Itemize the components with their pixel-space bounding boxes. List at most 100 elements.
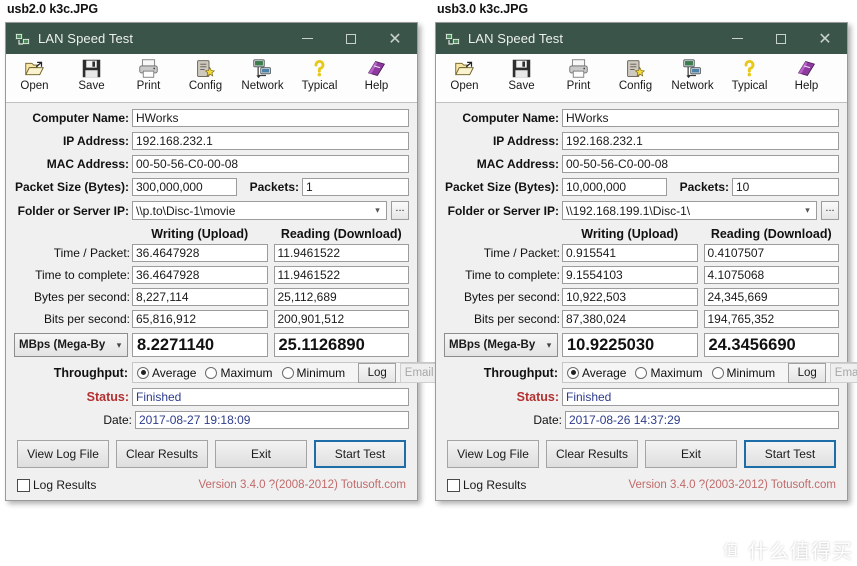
browse-button[interactable]: ...	[821, 201, 839, 220]
toolbar-button-network[interactable]: Network	[234, 57, 291, 93]
computer-name-row: Computer Name: HWorks	[14, 109, 409, 127]
toolbar-label: Typical	[731, 80, 768, 92]
toolbar-button-typical[interactable]: Typical	[291, 57, 348, 93]
toolbar-button-open[interactable]: Open	[436, 57, 493, 93]
date-row: Date: 2017-08-27 19:18:09	[14, 411, 409, 429]
clear-results-button[interactable]: Clear Results	[546, 440, 638, 468]
chevron-down-icon[interactable]: ▾	[541, 340, 557, 351]
packets-input[interactable]: 1	[302, 178, 409, 196]
minimize-button[interactable]	[715, 23, 759, 54]
toolbar-button-print[interactable]: Print	[120, 57, 177, 93]
ip-address-input[interactable]: 192.168.232.1	[132, 132, 409, 150]
question-mark-icon	[308, 57, 332, 79]
action-buttons: View Log File Clear Results Exit Start Test	[14, 440, 409, 468]
throughput-radio-average[interactable]: Average	[567, 366, 626, 380]
computer-name-input[interactable]: HWorks	[562, 109, 839, 127]
status-label: Status:	[86, 390, 129, 404]
result-reading-value: 11.9461522	[273, 266, 409, 284]
date-label: Date:	[533, 413, 562, 427]
packets-input[interactable]: 10	[732, 178, 839, 196]
exit-button[interactable]: Exit	[645, 440, 737, 468]
toolbar-label: Save	[78, 80, 105, 92]
throughput-radio-average[interactable]: Average	[137, 366, 196, 380]
toolbar-button-network[interactable]: Network	[664, 57, 721, 93]
radio-icon	[205, 366, 218, 379]
toolbar-label: Save	[508, 80, 535, 92]
throughput-radio-minimum[interactable]: Minimum	[711, 366, 775, 380]
throughput-label: Throughput:	[53, 365, 128, 380]
email-button: Email	[400, 362, 439, 383]
toolbar-button-save[interactable]: Save	[63, 57, 120, 93]
mac-address-input[interactable]: 00-50-56-C0-00-08	[562, 155, 839, 173]
result-row: Time / Packet: 0.915541 0.4107507	[444, 244, 839, 262]
folder-combobox[interactable]: \\192.168.199.1\Disc-1\ ▾	[562, 201, 817, 220]
packet-size-input[interactable]: 10,000,000	[562, 178, 667, 196]
computer-name-input[interactable]: HWorks	[132, 109, 409, 127]
reading-speed-value: 25.1126890	[273, 333, 409, 357]
throughput-radio-maximum[interactable]: Maximum	[635, 366, 703, 380]
close-button[interactable]: ✕	[373, 23, 417, 54]
packet-size-input[interactable]: 300,000,000	[132, 178, 237, 196]
view-log-file-button[interactable]: View Log File	[17, 440, 109, 468]
ip-address-input[interactable]: 192.168.232.1	[562, 132, 839, 150]
unit-label: MBps (Mega-By	[449, 339, 536, 351]
chevron-down-icon[interactable]: ▾	[111, 340, 127, 351]
packets-label: Packets:	[249, 180, 299, 194]
toolbar-label: Open	[20, 80, 49, 92]
result-row: Bits per second: 87,380,024 194,765,352	[444, 310, 839, 328]
view-log-file-button[interactable]: View Log File	[447, 440, 539, 468]
floppy-disk-icon	[510, 57, 534, 79]
result-reading-value: 200,901,512	[273, 310, 409, 328]
window-body: Computer Name: HWorks IP Address: 192.168.2…	[6, 103, 440, 500]
start-test-button[interactable]: Start Test	[314, 440, 406, 468]
unit-label: MBps (Mega-By	[19, 339, 106, 351]
toolbar-button-config[interactable]: Config	[607, 57, 664, 93]
maximize-button[interactable]	[329, 23, 373, 54]
file-label: usb3.0 k3c.JPG	[437, 2, 529, 16]
window-controls: ✕	[285, 23, 417, 54]
folder-combobox[interactable]: \\p.to\Disc-1\movie ▾	[132, 201, 387, 220]
exit-button[interactable]: Exit	[215, 440, 307, 468]
mac-address-input[interactable]: 00-50-56-C0-00-08	[132, 155, 409, 173]
radio-icon	[137, 366, 149, 379]
throughput-radio-maximum[interactable]: Maximum	[205, 366, 273, 380]
unit-combobox[interactable]: MBps (Mega-By ▾	[14, 333, 128, 357]
browse-button[interactable]: ...	[391, 201, 409, 220]
window-title: LAN Speed Test	[468, 31, 564, 46]
window-controls: ✕	[715, 23, 847, 54]
chevron-down-icon[interactable]: ▾	[369, 205, 386, 216]
log-button[interactable]: Log	[788, 362, 827, 383]
toolbar-button-help[interactable]: Help	[778, 57, 835, 93]
folder-label: Folder or Server IP:	[447, 203, 559, 218]
computer-name-row: Computer Name: HWorks	[444, 109, 839, 127]
folder-value: \\192.168.199.1\Disc-1\	[566, 203, 691, 218]
maximize-button[interactable]	[759, 23, 803, 54]
toolbar-button-help[interactable]: Help	[348, 57, 405, 93]
result-label: Bits per second:	[43, 312, 130, 326]
toolbar-label: Help	[794, 80, 819, 92]
toolbar-button-save[interactable]: Save	[493, 57, 550, 93]
unit-combobox[interactable]: MBps (Mega-By ▾	[444, 333, 558, 357]
close-button[interactable]: ✕	[803, 23, 847, 54]
toolbar-button-config[interactable]: Config	[177, 57, 234, 93]
log-results-checkbox[interactable]	[447, 478, 460, 492]
toolbar-button-open[interactable]: Open	[6, 57, 63, 93]
result-reading-value: 0.4107507	[703, 244, 839, 262]
log-button[interactable]: Log	[358, 362, 397, 383]
screenshot-root: usb2.0 k3c.JPG LAN Speed Test ✕ Open Save Pri…	[0, 0, 857, 566]
clear-results-button[interactable]: Clear Results	[116, 440, 208, 468]
toolbar-button-print[interactable]: Print	[550, 57, 607, 93]
log-results-checkbox[interactable]	[17, 478, 30, 492]
title-bar[interactable]: LAN Speed Test ✕	[436, 23, 847, 54]
toolbar-button-typical[interactable]: Typical	[721, 57, 778, 93]
minimize-button[interactable]	[285, 23, 329, 54]
window-body: Computer Name: HWorks IP Address: 192.168.2…	[436, 103, 857, 500]
ip-address-row: IP Address: 192.168.232.1	[14, 132, 409, 150]
throughput-radio-minimum[interactable]: Minimum	[281, 366, 345, 380]
radio-icon	[281, 366, 294, 379]
chevron-down-icon[interactable]: ▾	[799, 205, 816, 216]
title-bar[interactable]: LAN Speed Test ✕	[6, 23, 417, 54]
result-reading-value: 194,765,352	[703, 310, 839, 328]
start-test-button[interactable]: Start Test	[744, 440, 836, 468]
config-gear-icon	[194, 57, 218, 79]
